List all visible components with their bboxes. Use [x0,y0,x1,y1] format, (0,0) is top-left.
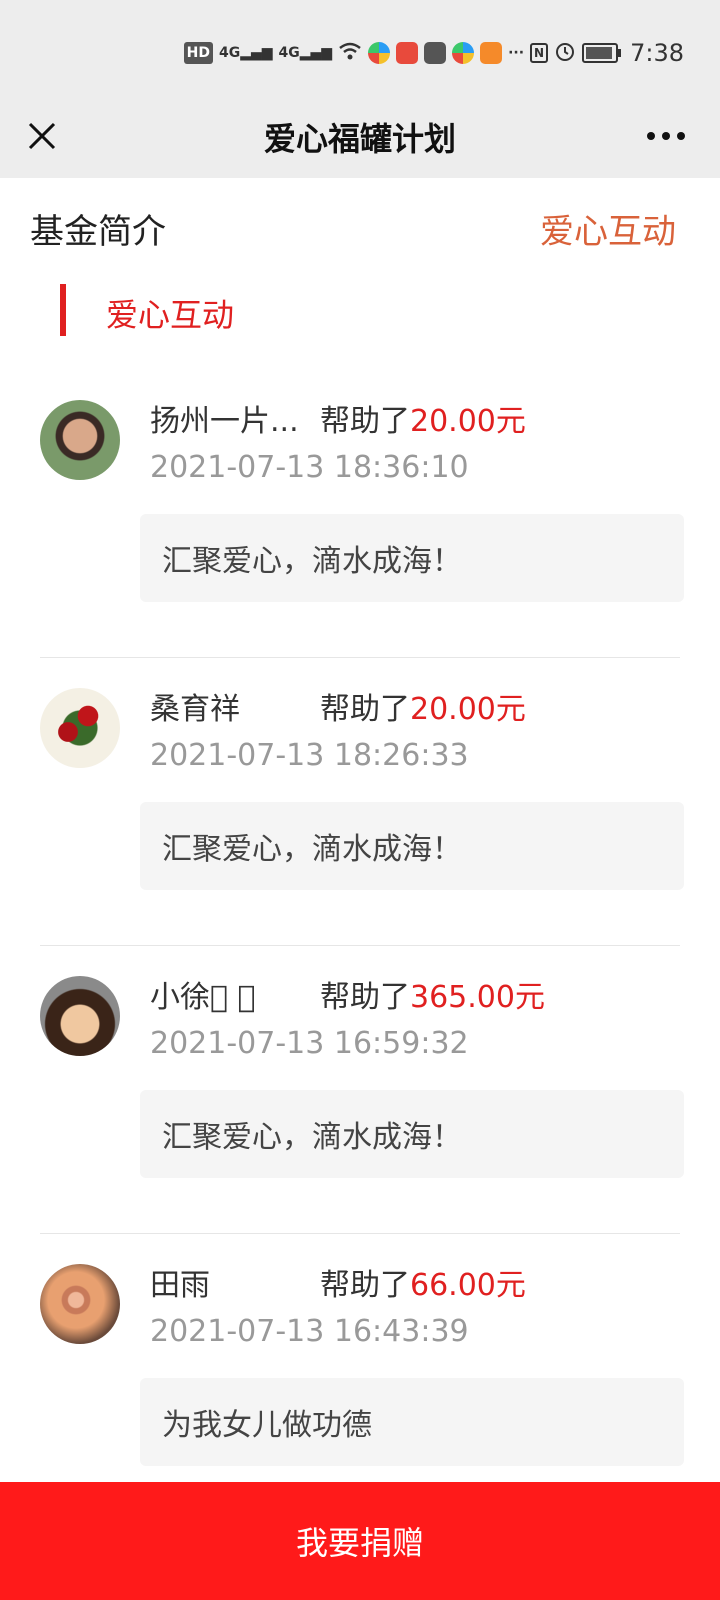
app-notification-icon [368,42,391,64]
status-icons: HD 4G▂▄▆ 4G▂▄▆ ··· N 7:38 [183,38,684,68]
signal-label: 4G [278,45,300,61]
donation-list: 扬州一片... 帮助了20.00元 2021-07-13 18:36:10 汇聚… [0,370,720,1522]
avatar[interactable] [40,400,120,480]
signal-icon: 4G▂▄▆ [278,45,333,61]
list-item: 田雨 帮助了66.00元 2021-07-13 16:43:39 为我女儿做功德 [0,1234,720,1522]
donation-amount: 20.00元 [410,692,526,727]
section-accent-bar [60,284,66,336]
donation-text: 帮助了66.00元 [320,1260,526,1304]
donation-message: 汇聚爱心，滴水成海！ [140,1090,684,1178]
donor-name: 田雨 [150,1268,210,1303]
status-bar: HD 4G▂▄▆ 4G▂▄▆ ··· N 7:38 [0,0,720,96]
more-notifications-icon: ··· [508,45,525,61]
donor-name: 扬州一片... [150,404,299,439]
donor-name: 桑育祥 [150,692,240,727]
app-notification-icon [452,42,475,64]
battery-icon [582,43,622,63]
helped-prefix: 帮助了 [320,980,410,1015]
donation-text: 帮助了365.00元 [320,972,545,1016]
tab-love-interaction[interactable]: 爱心互动 [540,204,676,253]
donation-time: 2021-07-13 18:26:33 [150,738,469,773]
more-options-button[interactable] [642,112,690,160]
section-title: 爱心互动 [106,296,235,334]
signal-icon: 4G▂▄▆ [218,45,273,61]
app-notification-icon [424,42,447,64]
helped-prefix: 帮助了 [320,692,410,727]
list-item: 小徐􀀀 􀀀 帮助了365.00元 2021-07-13 16:59:32 汇聚爱… [0,946,720,1234]
donation-amount: 20.00元 [410,404,526,439]
video-app-icon [480,42,503,64]
donation-time: 2021-07-13 18:36:10 [150,450,469,485]
title-bar: 爱心福罐计划 [0,96,720,178]
avatar[interactable] [40,1264,120,1344]
alarm-icon [554,40,576,67]
donation-text: 帮助了20.00元 [320,684,526,728]
clock: 7:38 [630,39,684,67]
donate-button[interactable]: 我要捐赠 [0,1482,720,1600]
tab-fund-intro[interactable]: 基金简介 [30,204,166,253]
donor-name: 小徐􀀀 􀀀 [150,980,256,1015]
more-icon [647,132,685,140]
donation-message: 为我女儿做功德 [140,1378,684,1466]
donation-time: 2021-07-13 16:59:32 [150,1026,469,1061]
app-notification-icon [396,42,419,64]
donation-message: 汇聚爱心，滴水成海！ [140,514,684,602]
tabs-row: 基金简介 爱心互动 [0,178,720,278]
helped-prefix: 帮助了 [320,404,410,439]
signal-label: 4G [218,45,241,61]
avatar[interactable] [40,688,120,768]
page-title: 爱心福罐计划 [263,120,456,158]
list-item: 扬州一片... 帮助了20.00元 2021-07-13 18:36:10 汇聚… [0,370,720,658]
wifi-icon [338,41,362,66]
donation-amount: 66.00元 [410,1268,526,1303]
donation-time: 2021-07-13 16:43:39 [150,1314,469,1349]
donation-amount: 365.00元 [410,980,545,1015]
donation-message: 汇聚爱心，滴水成海！ [140,802,684,890]
hd-indicator: HD [183,42,213,64]
list-item: 桑育祥 帮助了20.00元 2021-07-13 18:26:33 汇聚爱心，滴… [0,658,720,946]
avatar[interactable] [40,976,120,1056]
helped-prefix: 帮助了 [320,1268,410,1303]
donation-text: 帮助了20.00元 [320,396,526,440]
nfc-icon: N [530,43,549,63]
